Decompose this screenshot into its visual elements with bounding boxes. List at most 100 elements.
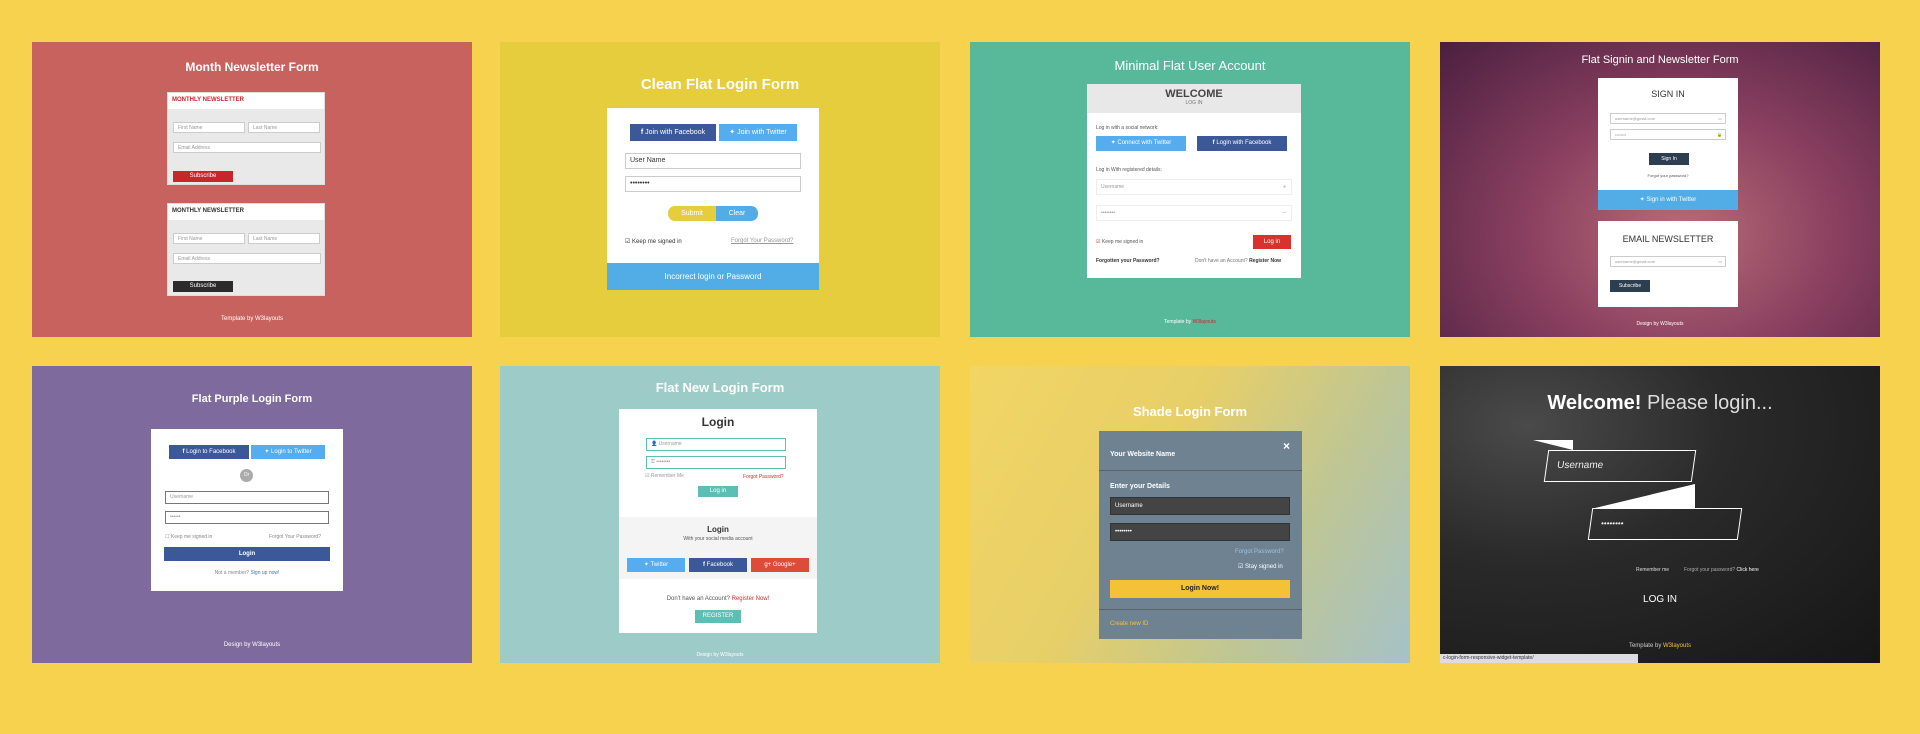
login-heading: Login	[701, 415, 735, 429]
stay-signed-in-checkbox[interactable]: ☑ Stay signed in	[1238, 563, 1283, 570]
login-button[interactable]: LOG IN	[1440, 594, 1880, 605]
template-card-welcome-login[interactable]: Welcome! Please login... Username ••••••…	[1440, 366, 1880, 663]
first-name-input[interactable]: First Name	[173, 122, 245, 133]
username-input[interactable]: User Name	[625, 153, 801, 169]
signup-text: Not a member? Sign up now!	[151, 570, 343, 576]
no-account-label: Don't have an Account?	[666, 596, 730, 602]
google-button[interactable]: g+ Google+	[751, 558, 809, 572]
no-account-label: Don't have an Account?	[1195, 258, 1248, 264]
twitter-button[interactable]: ✦ Twitter	[627, 558, 685, 572]
password-input[interactable]: ⚿ ••••••••	[646, 456, 786, 469]
username-input[interactable]: Username	[1110, 497, 1290, 515]
submit-button[interactable]: Submit	[668, 206, 716, 221]
twitter-button[interactable]: ✦ Login to Twitter	[251, 445, 325, 459]
twitter-button[interactable]: ✦ Connect with Twitter	[1096, 136, 1186, 151]
details-label: Enter your Details	[1110, 483, 1170, 490]
forgot-password-link[interactable]: Forgot Password?	[1235, 549, 1284, 555]
keep-signed-in-checkbox[interactable]: ☐ Keep me signed in	[165, 534, 212, 540]
keep-signed-in-label: Keep me signed in	[632, 239, 682, 245]
first-name-input[interactable]: First Name	[173, 233, 245, 244]
username-placeholder: Username	[658, 441, 682, 447]
login-panel: f Join with Facebook ✦ Join with Twitter…	[607, 108, 819, 290]
forgot-password-link[interactable]: Forgot Your Password?	[269, 534, 321, 540]
clear-button[interactable]: Clear	[716, 206, 758, 221]
login-now-button[interactable]: Login Now!	[1110, 580, 1290, 598]
newsletter-email-input[interactable]: username@gmail.com ▭	[1610, 256, 1726, 267]
register-now-link[interactable]: Register Now!	[732, 596, 770, 602]
template-card-clean-flat-login[interactable]: Clean Flat Login Form f Join with Facebo…	[500, 42, 940, 337]
username-input[interactable]: Username	[1543, 450, 1697, 482]
footer-brand-link[interactable]: W3layouts	[1663, 643, 1691, 649]
forgot-label: Forgot your password?	[1684, 567, 1736, 573]
key-icon: ⊸	[1281, 210, 1286, 216]
lock-icon: 🔒	[1717, 132, 1722, 137]
forgot-password-link[interactable]: Forgot Your Password?	[731, 238, 793, 244]
twitter-signin-button[interactable]: ✦ Sign in with Twitter	[1598, 190, 1738, 210]
password-placeholder: ••••••••	[1615, 132, 1627, 137]
subscribe-button[interactable]: Subscribe	[173, 171, 233, 182]
user-icon: ●	[1282, 184, 1286, 190]
signup-link[interactable]: Sign up now!	[250, 570, 279, 576]
password-input[interactable]: ••••••••	[1110, 523, 1290, 541]
password-input[interactable]: ••••••••	[1587, 508, 1743, 540]
subscribe-button[interactable]: Subscribe	[1610, 280, 1650, 292]
keep-signed-in-checkbox[interactable]: ☑ Keep me signed in	[1096, 239, 1143, 245]
password-input[interactable]: ••••••	[165, 511, 329, 524]
facebook-button[interactable]: f Login to Facebook	[169, 445, 249, 459]
facebook-button[interactable]: f Facebook	[689, 558, 747, 572]
create-id-link[interactable]: Create new ID	[1110, 621, 1148, 627]
card-title: Welcome! Please login...	[1440, 392, 1880, 415]
checkbox-icon: ☑	[625, 239, 633, 245]
panel-header: WELCOME LOG IN	[1087, 84, 1301, 113]
username-input[interactable]: Username ●	[1096, 179, 1292, 195]
remember-me-checkbox[interactable]: ☑ Remember Me	[645, 473, 684, 479]
forgot-password-link[interactable]: Forgot your password?	[1598, 173, 1738, 178]
username-placeholder: Username	[1101, 184, 1125, 190]
forgot-password-link[interactable]: Forgotten your Password?	[1096, 258, 1160, 264]
password-input[interactable]: ••••••••	[625, 176, 801, 192]
email-placeholder: username@gmail.com	[1615, 116, 1656, 121]
template-card-flat-signin-newsletter[interactable]: Flat Signin and Newsletter Form SIGN IN …	[1440, 42, 1880, 337]
last-name-input[interactable]: Last Name	[248, 233, 320, 244]
last-name-input[interactable]: Last Name	[248, 122, 320, 133]
facebook-button[interactable]: f Login with Facebook	[1197, 136, 1287, 151]
password-input[interactable]: •••••••• ⊸	[1096, 205, 1292, 221]
template-card-minimal-flat-user-account[interactable]: Minimal Flat User Account WELCOME LOG IN…	[970, 42, 1410, 337]
register-link[interactable]: Register Now	[1249, 258, 1281, 264]
template-card-flat-purple-login[interactable]: Flat Purple Login Form f Login to Facebo…	[32, 366, 472, 663]
signin-panel: SIGN IN username@gmail.com ▭ •••••••• 🔒 Si…	[1598, 78, 1738, 210]
login-button[interactable]: Log in	[1253, 235, 1291, 249]
template-card-flat-new-login[interactable]: Flat New Login Form Login 👤 Username ⚿ •…	[500, 366, 940, 663]
remember-me-checkbox[interactable]: Remember me	[1636, 567, 1669, 573]
card-title: Flat Purple Login Form	[191, 393, 313, 405]
username-input[interactable]: Username	[165, 491, 329, 504]
facebook-label: Login with Facebook	[1216, 140, 1272, 146]
click-here-link[interactable]: Click here	[1737, 567, 1759, 573]
email-input[interactable]: username@gmail.com ▭	[1610, 113, 1726, 124]
username-input[interactable]: 👤 Username	[646, 438, 786, 451]
login-button[interactable]: Login	[164, 547, 330, 561]
facebook-label: Login to Facebook	[186, 449, 236, 455]
footer-brand-link[interactable]: W3layouts	[1193, 319, 1216, 325]
register-button[interactable]: REGISTER	[695, 610, 741, 623]
email-input[interactable]: Email Address	[173, 253, 321, 264]
newsletter-heading: MONTHLY NEWSLETTER	[168, 204, 324, 220]
forgot-password-link[interactable]: Forgot Password?	[743, 474, 784, 480]
envelope-icon: ▭	[1718, 259, 1722, 264]
template-card-month-newsletter[interactable]: Month Newsletter Form MONTHLY NEWSLETTER…	[32, 42, 472, 337]
email-input[interactable]: Email Address	[173, 142, 321, 153]
newsletter-email-placeholder: username@gmail.com	[1615, 259, 1656, 264]
login-button[interactable]: Log in	[698, 486, 738, 497]
template-card-shade-login[interactable]: Shade Login Form Your Website Name × Ent…	[970, 366, 1410, 663]
twitter-button[interactable]: ✦ Join with Twitter	[719, 124, 797, 141]
signin-heading: SIGN IN	[1651, 89, 1685, 99]
login-panel: Login 👤 Username ⚿ •••••••• ☑ Remember M…	[619, 409, 817, 633]
registered-label: Log in With registered details:	[1096, 167, 1162, 173]
password-input[interactable]: •••••••• 🔒	[1610, 129, 1726, 140]
close-icon[interactable]: ×	[1283, 439, 1290, 453]
subscribe-button[interactable]: Subscribe	[173, 281, 233, 292]
signin-button[interactable]: Sign In	[1649, 153, 1689, 165]
social-section: Login With your social media account ✦ T…	[619, 517, 817, 579]
keep-signed-in-checkbox[interactable]: ☑ Keep me signed in	[625, 238, 682, 245]
facebook-button[interactable]: f Join with Facebook	[630, 124, 716, 141]
